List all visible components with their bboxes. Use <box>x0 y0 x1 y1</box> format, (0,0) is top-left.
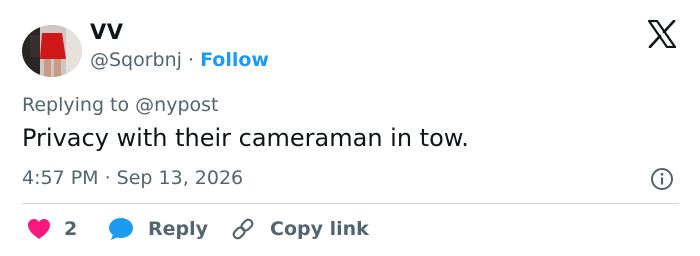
author-handle-row: @Sqorbnj · Follow <box>90 49 269 71</box>
follow-button[interactable]: Follow <box>200 49 269 71</box>
x-logo-icon[interactable] <box>647 20 677 48</box>
author-display-name[interactable]: VV <box>90 20 124 44</box>
reply-mention-link[interactable]: @nypost <box>135 94 218 116</box>
avatar[interactable] <box>22 25 82 77</box>
reply-context-prefix: Replying to <box>22 94 136 116</box>
like-count: 2 <box>64 218 78 240</box>
heart-icon <box>28 219 50 239</box>
link-icon <box>232 218 254 240</box>
tweet-embed-card: VV @Sqorbnj · Follow Replying to @nypost… <box>0 0 700 256</box>
avatar-image <box>22 25 82 77</box>
copy-link-button[interactable]: Copy link <box>230 215 369 243</box>
divider <box>22 203 679 204</box>
handle-separator: · <box>181 49 201 71</box>
info-icon[interactable] <box>650 167 674 191</box>
reply-button[interactable]: Reply <box>108 215 208 243</box>
tweet-text: Privacy with their cameraman in tow. <box>22 124 469 152</box>
copy-link-label: Copy link <box>270 218 369 240</box>
like-button[interactable]: 2 <box>27 215 77 243</box>
reply-context: Replying to @nypost <box>22 94 218 116</box>
author-handle[interactable]: @Sqorbnj <box>90 49 182 71</box>
reply-label: Reply <box>148 218 209 240</box>
tweet-timestamp[interactable]: 4:57 PM · Sep 13, 2026 <box>22 167 243 189</box>
reply-bubble-icon <box>109 218 133 240</box>
